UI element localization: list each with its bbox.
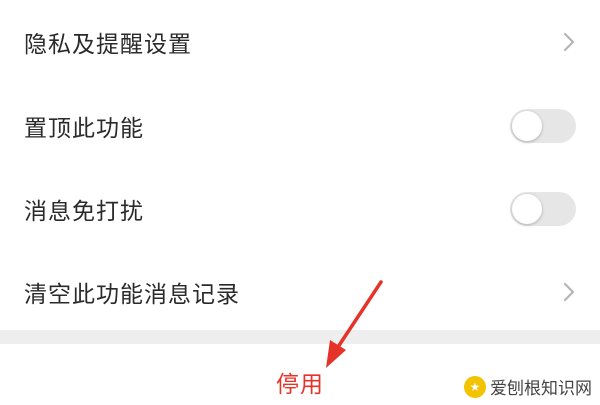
settings-row-do-not-disturb: 消息免打扰 xyxy=(0,167,600,251)
toggle-knob xyxy=(512,111,542,141)
settings-row-clear-history[interactable]: 清空此功能消息记录 xyxy=(0,250,600,334)
row-label: 隐私及提醒设置 xyxy=(24,32,192,58)
settings-row-pin-feature: 置顶此功能 xyxy=(0,84,600,168)
pin-feature-toggle[interactable] xyxy=(510,109,576,143)
row-label: 消息免打扰 xyxy=(24,199,144,225)
settings-row-privacy-reminder[interactable]: 隐私及提醒设置 xyxy=(0,0,600,84)
stop-button[interactable]: 停用 xyxy=(250,362,350,402)
watermark-text: 爱刨根知识网 xyxy=(490,379,592,399)
row-label: 置顶此功能 xyxy=(24,116,144,142)
toggle-knob xyxy=(512,194,542,224)
chevron-right-icon xyxy=(562,280,576,304)
section-divider xyxy=(0,330,600,344)
watermark-logo-icon: ★ xyxy=(464,375,486,398)
chevron-right-icon xyxy=(562,30,576,54)
do-not-disturb-toggle[interactable] xyxy=(510,192,576,226)
watermark: ★ 爱刨根知识网 xyxy=(464,374,592,399)
row-label: 清空此功能消息记录 xyxy=(24,282,240,308)
settings-screen: 隐私及提醒设置 置顶此功能 消息免打扰 清空此功能消息记录 停用 ★ 爱刨根知识… xyxy=(0,0,600,405)
